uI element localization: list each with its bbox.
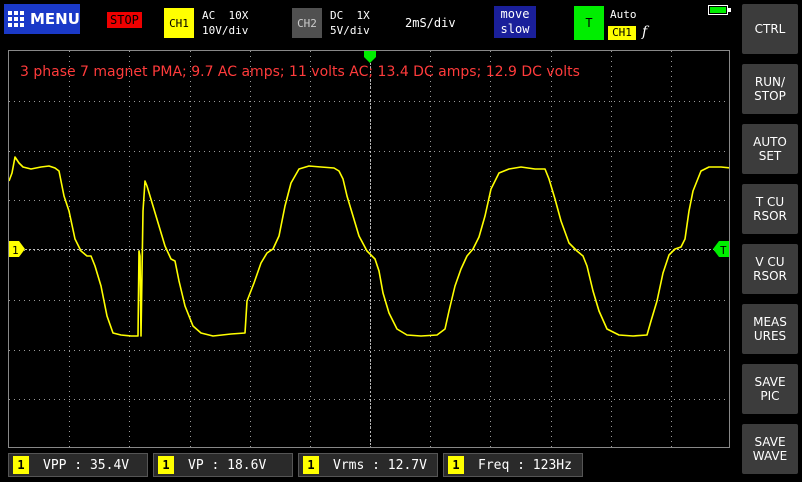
run-state-badge[interactable]: STOP <box>107 12 142 28</box>
trigger-mode[interactable]: Auto <box>610 8 637 21</box>
measure-label: VPP <box>43 457 67 473</box>
ch1-waveform <box>9 156 729 337</box>
volt-cursor-button[interactable]: V CU RSOR <box>742 244 798 294</box>
ch1-chip[interactable]: CH1 <box>164 8 194 38</box>
ch1-scale: 10V/div <box>202 24 249 37</box>
measure-value: 123Hz <box>532 457 572 473</box>
right-panel: CTRL RUN/ STOP AUTO SET T CU RSOR V CU R… <box>740 0 802 482</box>
run-stop-button[interactable]: RUN/ STOP <box>742 64 798 114</box>
rising-edge-icon[interactable]: f <box>642 24 647 40</box>
measure-channel-tag: 1 <box>13 456 29 474</box>
ch1-coupling: AC <box>202 9 216 22</box>
trigger-chip[interactable]: T <box>574 6 604 40</box>
time-cursor-button[interactable]: T CU RSOR <box>742 184 798 234</box>
ch2-info[interactable]: DC 1X 5V/div <box>330 8 370 38</box>
ch1-ground-label: 1 <box>12 244 19 257</box>
ch2-probe: 1X <box>356 9 370 22</box>
scope-graticule: 1T <box>9 51 729 447</box>
screen-annotation: 3 phase 7 magnet PMA; 9.7 AC amps; 11 vo… <box>20 64 580 80</box>
measure-channel-tag: 1 <box>303 456 319 474</box>
measure-channel-tag: 1 <box>448 456 464 474</box>
ch1-info[interactable]: AC 10X 10V/div <box>202 8 248 38</box>
trigger-level-label: T <box>720 244 727 257</box>
menu-button[interactable]: MENU <box>4 4 80 34</box>
measure-vrms[interactable]: 1 Vrms : 12.7V <box>298 453 438 477</box>
ctrl-button[interactable]: CTRL <box>742 4 798 54</box>
grid-menu-icon <box>8 11 24 27</box>
ch2-scale: 5V/div <box>330 24 370 37</box>
measure-vpp[interactable]: 1 VPP : 35.4V <box>8 453 148 477</box>
battery-icon <box>708 5 731 15</box>
measure-label: Freq <box>478 457 510 473</box>
measure-value: 18.6V <box>227 457 267 473</box>
ch1-probe: 10X <box>228 9 249 22</box>
measure-value: 12.7V <box>387 457 427 473</box>
move-speed-button[interactable]: move slow <box>494 6 536 38</box>
save-wave-button[interactable]: SAVE WAVE <box>742 424 798 474</box>
ch2-coupling: DC <box>330 9 344 22</box>
measure-channel-tag: 1 <box>158 456 174 474</box>
timebase-readout[interactable]: 2mS/div <box>405 16 456 30</box>
measure-vp[interactable]: 1 VP : 18.6V <box>153 453 293 477</box>
move-line2: slow <box>500 22 530 36</box>
auto-set-button[interactable]: AUTO SET <box>742 124 798 174</box>
measure-label: VP <box>188 457 204 473</box>
measure-value: 35.4V <box>89 457 130 473</box>
menu-label: MENU <box>30 10 80 28</box>
top-bar: MENU STOP CH1 AC 10X 10V/div CH2 DC 1X 5… <box>0 0 740 44</box>
move-line1: move <box>500 7 530 21</box>
measure-label: Vrms <box>333 457 365 473</box>
measure-freq[interactable]: 1 Freq : 123Hz <box>443 453 583 477</box>
measures-button[interactable]: MEAS URES <box>742 304 798 354</box>
ch2-chip[interactable]: CH2 <box>292 8 322 38</box>
save-pic-button[interactable]: SAVE PIC <box>742 364 798 414</box>
trigger-position-icon <box>364 51 376 63</box>
scope-screen[interactable]: 1T 3 phase 7 magnet PMA; 9.7 AC amps; 11… <box>8 50 730 448</box>
trigger-source[interactable]: CH1 <box>608 26 636 40</box>
